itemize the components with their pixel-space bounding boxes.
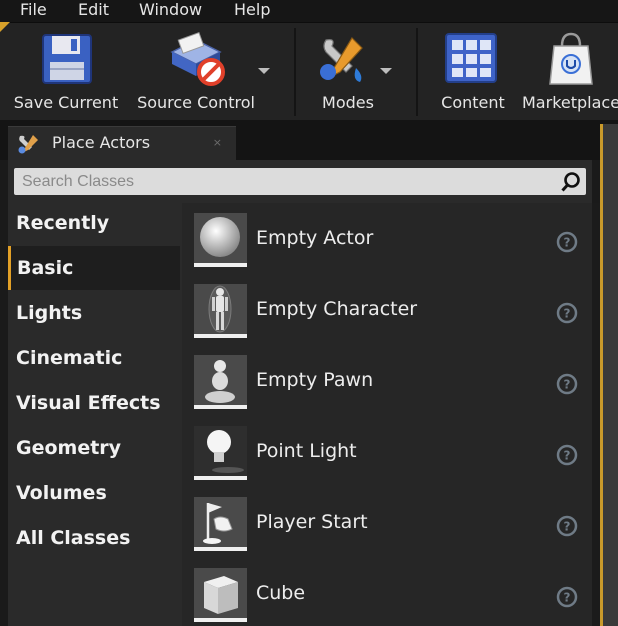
category-recently-placed[interactable]: Recently Placed xyxy=(8,201,180,278)
player-start-icon xyxy=(194,497,247,551)
mannequin-icon xyxy=(194,284,247,338)
source-control-button[interactable]: Source Control xyxy=(134,22,270,120)
lightbulb-icon xyxy=(194,426,247,480)
svg-text:?: ? xyxy=(564,307,571,321)
modes-tools-icon xyxy=(320,37,363,82)
modes-label: Modes xyxy=(322,93,374,112)
list-item[interactable]: Player Start ? xyxy=(182,487,592,558)
corner-marker xyxy=(0,22,10,32)
shopping-bag-icon xyxy=(549,32,593,85)
tab-place-actors[interactable]: Place Actors × xyxy=(8,126,236,160)
menu-edit[interactable]: Edit xyxy=(78,0,109,22)
place-actors-icon xyxy=(18,135,38,154)
floppy-disk-icon xyxy=(42,34,92,84)
help-icon[interactable]: ? xyxy=(556,515,578,537)
help-icon[interactable]: ? xyxy=(556,302,578,324)
list-item[interactable]: Point Light ? xyxy=(182,416,592,487)
help-icon[interactable]: ? xyxy=(556,231,578,253)
toolbar-separator xyxy=(294,28,296,116)
svg-text:?: ? xyxy=(564,449,571,463)
menu-bar: File Edit Window Help xyxy=(0,0,618,22)
item-label: Player Start xyxy=(256,511,368,533)
list-item[interactable]: Empty Pawn ? xyxy=(182,345,592,416)
menu-file[interactable]: File xyxy=(20,0,47,22)
item-label: Empty Pawn xyxy=(256,369,374,391)
list-item[interactable]: Cube ? xyxy=(182,558,592,626)
search-input[interactable] xyxy=(14,168,554,195)
save-current-label: Save Current xyxy=(13,93,119,112)
source-control-label: Source Control xyxy=(137,93,255,112)
viewport-edge xyxy=(600,124,618,626)
category-cinematic[interactable]: Cinematic xyxy=(8,336,180,380)
toolbar-separator xyxy=(416,28,418,116)
search-icon[interactable] xyxy=(560,171,582,193)
item-label: Empty Actor xyxy=(256,227,374,249)
tab-title: Place Actors xyxy=(52,133,151,152)
help-icon[interactable]: ? xyxy=(556,373,578,395)
category-visual-effects[interactable]: Visual Effects xyxy=(8,381,180,425)
menu-help[interactable]: Help xyxy=(234,0,270,22)
list-item[interactable]: Empty Actor ? xyxy=(182,203,592,274)
category-geometry[interactable]: Geometry xyxy=(8,426,180,470)
item-label: Cube xyxy=(256,582,306,604)
svg-text:?: ? xyxy=(564,591,571,605)
content-button[interactable]: Content xyxy=(432,22,514,120)
source-control-icon xyxy=(170,32,225,86)
svg-text:?: ? xyxy=(564,378,571,392)
help-icon[interactable]: ? xyxy=(556,444,578,466)
marketplace-button[interactable]: Marketplace xyxy=(522,22,618,120)
cube-icon xyxy=(194,568,247,622)
category-lights[interactable]: Lights xyxy=(8,291,180,335)
close-icon[interactable]: × xyxy=(213,136,222,149)
content-grid-icon xyxy=(445,33,497,83)
item-label: Point Light xyxy=(256,440,357,462)
chevron-down-icon[interactable] xyxy=(380,68,392,74)
marketplace-label: Marketplace xyxy=(522,93,618,112)
svg-text:?: ? xyxy=(564,520,571,534)
content-label: Content xyxy=(441,93,505,112)
chevron-down-icon[interactable] xyxy=(258,68,270,74)
category-volumes[interactable]: Volumes xyxy=(8,471,180,515)
scrollbar[interactable] xyxy=(592,203,600,626)
menu-window[interactable]: Window xyxy=(139,0,202,22)
category-basic[interactable]: Basic xyxy=(8,246,180,290)
modes-button[interactable]: Modes xyxy=(302,22,394,120)
list-item[interactable]: Empty Character ? xyxy=(182,274,592,345)
save-current-button[interactable]: Save Current xyxy=(10,22,122,120)
pawn-icon xyxy=(194,355,247,409)
help-icon[interactable]: ? xyxy=(556,586,578,608)
svg-text:?: ? xyxy=(564,236,571,250)
search-box xyxy=(14,168,586,195)
sphere-icon xyxy=(194,213,247,267)
item-label: Empty Character xyxy=(256,298,418,320)
category-all-classes[interactable]: All Classes xyxy=(8,516,180,560)
